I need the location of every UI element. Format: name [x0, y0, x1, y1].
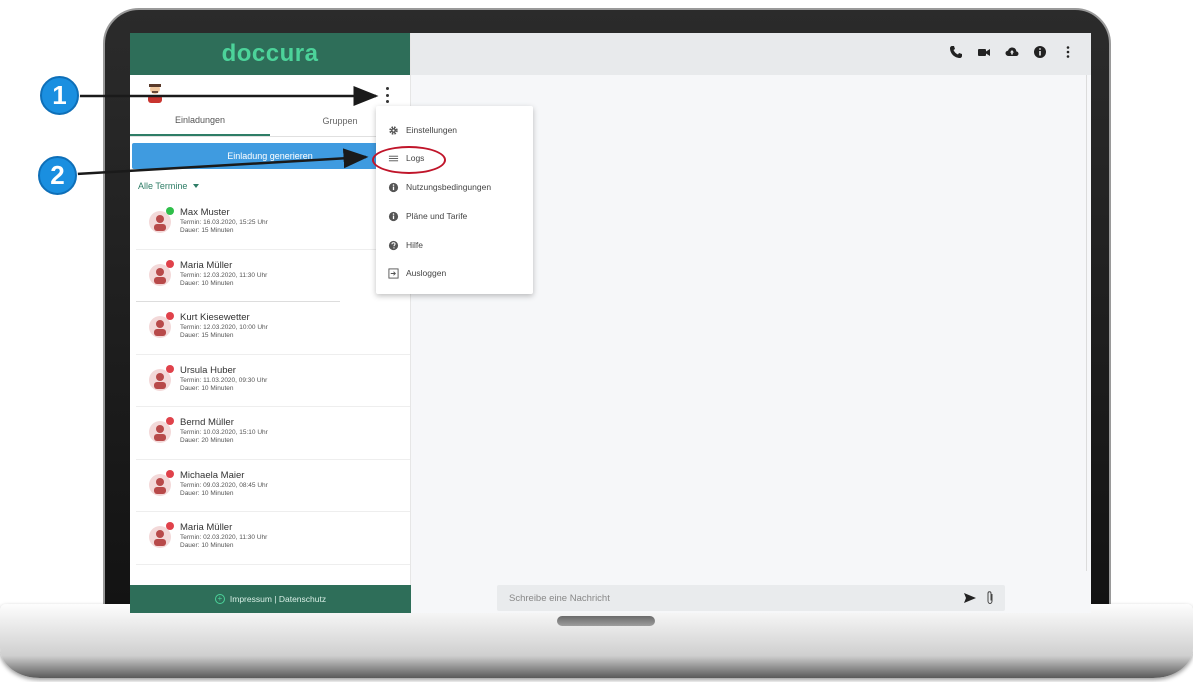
- appointment-duration: Dauer: 10 Minuten: [180, 279, 234, 287]
- appointment-duration: Dauer: 10 Minuten: [180, 384, 234, 392]
- appointment-name: Ursula Huber: [180, 364, 236, 376]
- phone-icon[interactable]: [949, 45, 963, 59]
- menu-item-label: Hilfe: [406, 240, 424, 250]
- list-item[interactable]: Ursula Huber Termin: 11.03.2020, 09:30 U…: [136, 355, 410, 407]
- appointment-duration: Dauer: 20 Minuten: [180, 437, 234, 444]
- sidebar-menu-button[interactable]: [383, 87, 391, 103]
- generate-invitation-button[interactable]: Einladung generieren: [132, 143, 408, 169]
- appointment-list: Max Muster Termin: 16.03.2020, 15:25 Uhr…: [130, 197, 410, 565]
- status-online-dot: [166, 207, 174, 215]
- appointment-name: Max Muster: [180, 207, 230, 218]
- status-offline-dot: [166, 417, 174, 425]
- status-offline-dot: [166, 469, 174, 478]
- menu-item-ausloggen[interactable]: Ausloggen: [376, 259, 533, 287]
- appointment-duration: Dauer: 15 Minuten: [180, 227, 234, 234]
- appointment-name: Maria Müller: [180, 259, 233, 271]
- logs-highlight-circle: [372, 146, 446, 174]
- menu-item-label: Einstellungen: [406, 125, 458, 135]
- appointment-name: Maria Müller: [180, 522, 233, 533]
- list-item[interactable]: Kurt Kiesewetter Termin: 12.03.2020, 10:…: [136, 302, 410, 355]
- brand-header: doccura: [130, 33, 410, 75]
- menu-item-plaene-und-tarife[interactable]: Pläne und Tarife: [376, 202, 533, 230]
- footer-links[interactable]: Impressum | Datenschutz: [230, 594, 326, 604]
- tab-einladungen[interactable]: Einladungen: [130, 105, 270, 136]
- menu-item-label: Pläne und Tarife: [406, 211, 468, 221]
- appointment-duration: Dauer: 15 Minuten: [180, 332, 234, 339]
- message-input[interactable]: Schreibe eine Nachricht: [497, 585, 1005, 611]
- appointment-time: Termin: 12.03.2020, 10:00 Uhr: [180, 324, 268, 331]
- appointment-name: Michaela Maier: [180, 469, 245, 481]
- status-offline-dot: [166, 364, 174, 373]
- message-placeholder: Schreibe eine Nachricht: [509, 592, 610, 604]
- info-icon: [388, 211, 398, 221]
- scrollbar[interactable]: [1086, 75, 1087, 571]
- list-item[interactable]: Maria Müller Termin: 02.03.2020, 11:30 U…: [136, 512, 410, 565]
- brand-logo: doccura: [221, 40, 319, 67]
- appointment-time: Termin: 10.03.2020, 15:10 Uhr: [180, 429, 268, 436]
- sidebar-tabs: Einladungen Gruppen: [130, 105, 410, 137]
- menu-item-hilfe[interactable]: Hilfe: [376, 231, 533, 259]
- more-vert-icon[interactable]: [1061, 45, 1075, 59]
- menu-item-nutzungsbedingungen[interactable]: Nutzungsbedingungen: [376, 173, 533, 201]
- sidebar: doccura Einladungen Gruppen Einladung ge…: [130, 33, 411, 613]
- list-item[interactable]: Bernd Müller Termin: 10.03.2020, 15:10 U…: [136, 407, 410, 460]
- appointment-name: Bernd Müller: [180, 417, 234, 428]
- sidebar-footer: + Impressum | Datenschutz: [130, 585, 411, 613]
- appointment-time: Termin: 11.03.2020, 09:30 Uhr: [180, 376, 268, 384]
- status-offline-dot: [166, 522, 174, 530]
- video-icon[interactable]: [977, 45, 991, 59]
- user-avatar-icon[interactable]: [146, 83, 164, 103]
- app-screen: doccura Einladungen Gruppen Einladung ge…: [130, 33, 1091, 613]
- list-item[interactable]: Michaela Maier Termin: 09.03.2020, 08:45…: [136, 460, 410, 512]
- appointment-time: Termin: 02.03.2020, 11:30 Uhr: [180, 534, 268, 541]
- status-offline-dot: [166, 259, 174, 268]
- list-item[interactable]: Maria Müller Termin: 12.03.2020, 11:30 U…: [136, 250, 340, 302]
- info-icon: [388, 182, 398, 192]
- filter-label: Alle Termine: [138, 181, 188, 191]
- appointment-filter-dropdown[interactable]: Alle Termine: [138, 181, 410, 191]
- plus-circle-icon: +: [214, 594, 225, 604]
- appointment-duration: Dauer: 10 Minuten: [180, 542, 234, 549]
- appointment-time: Termin: 09.03.2020, 08:45 Uhr: [180, 481, 268, 489]
- menu-item-label: Ausloggen: [406, 268, 447, 278]
- logout-icon: [387, 267, 399, 279]
- sidebar-profile-bar: [130, 75, 410, 105]
- attachment-icon[interactable]: [985, 590, 995, 606]
- help-icon: [388, 240, 398, 250]
- menu-item-label: Nutzungsbedingungen: [406, 182, 492, 192]
- appointment-time: Termin: 12.03.2020, 11:30 Uhr: [180, 271, 268, 279]
- annotation-badge-1: 1: [40, 76, 79, 115]
- appointment-duration: Dauer: 10 Minuten: [180, 489, 234, 497]
- chevron-down-icon: [193, 184, 200, 188]
- gear-icon: [388, 125, 398, 135]
- laptop-notch: [557, 616, 655, 626]
- list-item[interactable]: Max Muster Termin: 16.03.2020, 15:25 Uhr…: [136, 197, 410, 250]
- annotation-badge-2: 2: [38, 156, 77, 195]
- appointment-time: Termin: 16.03.2020, 15:25 Uhr: [180, 219, 268, 226]
- cloud-upload-icon[interactable]: [1005, 45, 1019, 59]
- status-offline-dot: [166, 312, 174, 320]
- topbar-actions: [949, 45, 1075, 59]
- menu-item-einstellungen[interactable]: Einstellungen: [376, 116, 533, 144]
- info-icon[interactable]: [1033, 45, 1047, 59]
- chat-topbar: [411, 33, 1091, 75]
- send-icon[interactable]: [963, 591, 977, 605]
- sidebar-options-menu: Einstellungen Logs Nutzungsbedingungen P…: [376, 106, 533, 294]
- appointment-name: Kurt Kiesewetter: [180, 312, 250, 323]
